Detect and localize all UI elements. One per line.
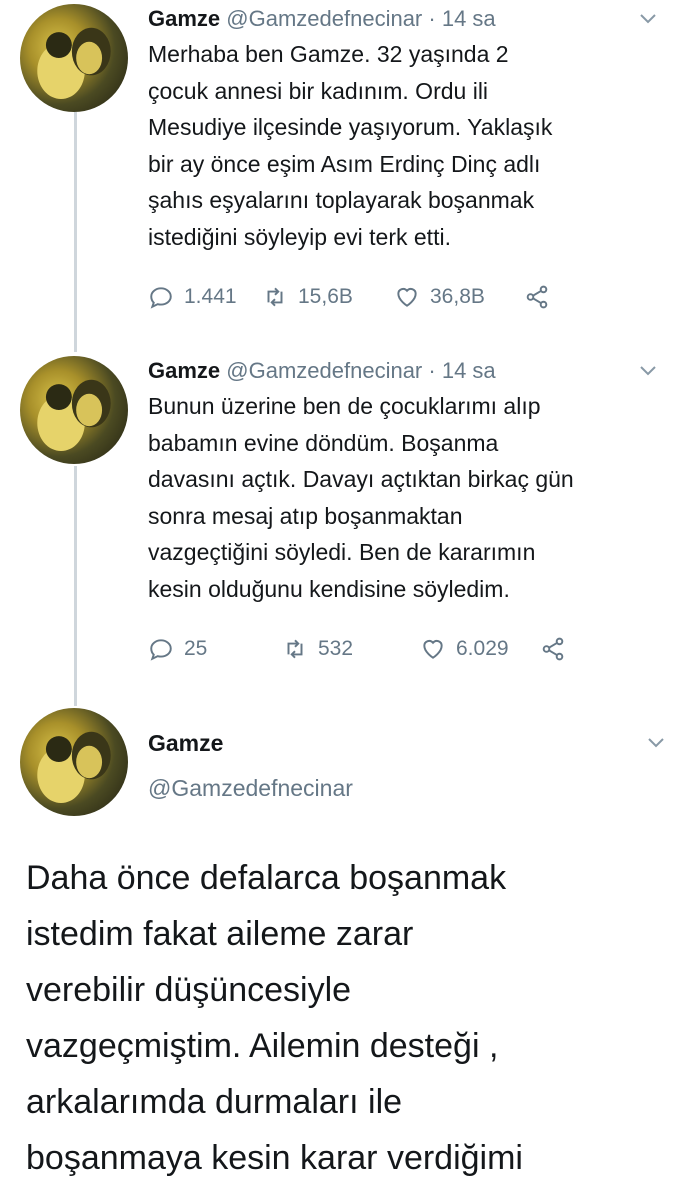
tweet-text: Bunun üzerine ben de çocuklarımı alıp ba… (148, 388, 668, 607)
tweet-text-line: bir ay önce eşim Asım Erdinç Dinç adlı (148, 150, 541, 177)
tweet-text-line: sonra mesaj atıp boşanmaktan (148, 502, 463, 529)
author-handle[interactable]: @Gamzedefnecinar (226, 6, 422, 31)
heart-icon (397, 287, 417, 307)
author-handle[interactable]: @Gamzedefnecinar (226, 358, 422, 383)
tweet-text: Merhaba ben Gamze. 32 yaşında 2 çocuk an… (148, 36, 668, 255)
retweet-icon (287, 639, 303, 659)
tweet[interactable]: Gamze @Gamzedefnecinar · 14 sa Bunun üze… (148, 358, 668, 607)
tweet-text-line: şahıs eşyalarını toplayarak boşanmak (148, 187, 535, 213)
retweet-button[interactable]: 532 (282, 636, 420, 662)
tweet-text-line: istediğini söyleyip evi terk etti. (148, 223, 451, 250)
tweet-text-line: istedim fakat aileme zarar (26, 915, 414, 953)
tweet-text-line: babamın evine döndüm. Boşanma (148, 429, 499, 456)
share-icon (542, 637, 564, 661)
author-name[interactable]: Gamze (148, 358, 220, 383)
reply-icon (150, 639, 172, 661)
main-tweet-text: Daha önce defalarca boşanmak istedim fak… (26, 850, 668, 1186)
tweet-text-line: kesin olduğunu kendisine söyledim. (148, 575, 510, 602)
separator-dot: · (428, 6, 436, 31)
chevron-down-icon[interactable] (636, 358, 660, 382)
like-count: 6.029 (456, 637, 509, 660)
share-button[interactable] (540, 636, 576, 662)
tweet-actions: 25 532 6.029 (148, 636, 576, 662)
tweet-text-line: Mesudiye ilçesinde yaşıyorum. Yaklaşık (148, 114, 553, 140)
share-button[interactable] (524, 284, 560, 310)
tweet-text-line: boşanmaya kesin karar verdiğimi (26, 1139, 523, 1177)
avatar[interactable] (20, 4, 128, 112)
timestamp[interactable]: 14 sa (442, 6, 496, 31)
chevron-down-icon[interactable] (644, 730, 668, 754)
tweet-text-line: Daha önce defalarca boşanmak (26, 859, 507, 897)
tweet-actions: 1.441 15,6B 36,8B (148, 284, 560, 310)
retweet-button[interactable]: 15,6B (262, 284, 394, 310)
tweet-text-line: çocuk annesi bir kadınım. Ordu ili (148, 77, 489, 104)
tweet-text-line: vazgeçmiştim. Ailemin desteği , (26, 1027, 499, 1065)
tweet-text-line: Bunun üzerine ben de çocuklarımı alıp (148, 393, 541, 419)
thread-line (74, 466, 77, 706)
tweet-header: Gamze @Gamzedefnecinar · 14 sa (148, 6, 668, 32)
avatar-photo (37, 731, 111, 804)
reply-count: 25 (184, 637, 208, 660)
share-icon (526, 285, 548, 309)
separator-dot: · (428, 358, 436, 383)
avatar[interactable] (20, 708, 128, 816)
retweet-count: 532 (318, 637, 354, 660)
tweet-text-line: Merhaba ben Gamze. 32 yaşında 2 (148, 41, 509, 67)
like-button[interactable]: 36,8B (394, 284, 524, 310)
retweet-icon (267, 287, 283, 307)
tweet[interactable]: Gamze @Gamzedefnecinar · 14 sa Merhaba b… (148, 6, 668, 255)
avatar[interactable] (20, 356, 128, 464)
tweet-text-line: davasını açtık. Davayı açtıktan birkaç g… (148, 466, 574, 492)
avatar-photo (37, 27, 111, 100)
reply-button[interactable]: 25 (148, 636, 282, 662)
tweet-header: Gamze @Gamzedefnecinar · 14 sa (148, 358, 668, 384)
tweet-text-line: arkalarımda durmaları ile (26, 1083, 403, 1121)
like-button[interactable]: 6.029 (420, 636, 540, 662)
tweet-text-line: verebilir düşüncesiyle (26, 971, 352, 1009)
like-count: 36,8B (430, 285, 485, 308)
timestamp[interactable]: 14 sa (442, 358, 496, 383)
avatar-photo (37, 379, 111, 452)
author-name[interactable]: Gamze (148, 730, 223, 757)
author-handle[interactable]: @Gamzedefnecinar (148, 775, 353, 802)
author-name[interactable]: Gamze (148, 6, 220, 31)
thread-line (74, 112, 77, 352)
heart-icon (423, 639, 443, 659)
reply-icon (150, 287, 172, 309)
tweet-text-line: vazgeçtiğini söyledi. Ben de kararımın (148, 539, 536, 565)
reply-count: 1.441 (184, 285, 237, 308)
reply-button[interactable]: 1.441 (148, 284, 262, 310)
retweet-count: 15,6B (298, 285, 353, 308)
chevron-down-icon[interactable] (636, 6, 660, 30)
